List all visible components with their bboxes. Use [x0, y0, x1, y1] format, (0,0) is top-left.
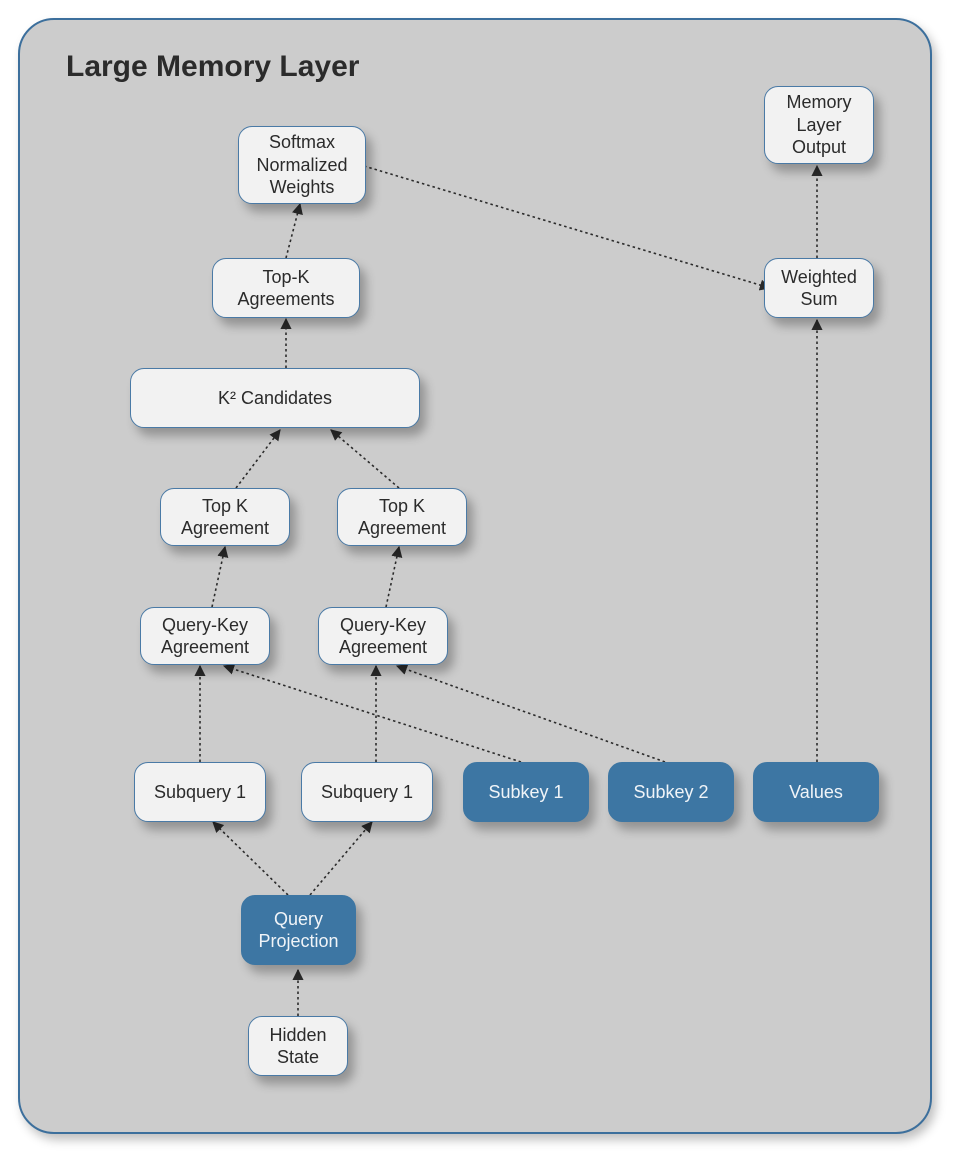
node-subquery-1b: Subquery 1: [301, 762, 433, 822]
node-subkey-2: Subkey 2: [608, 762, 734, 822]
node-qk-agreement-left: Query-KeyAgreement: [140, 607, 270, 665]
node-softmax-weights: SoftmaxNormalizedWeights: [238, 126, 366, 204]
node-hidden-state: HiddenState: [248, 1016, 348, 1076]
node-k2-candidates: K² Candidates: [130, 368, 420, 428]
node-topk-agreement-left: Top KAgreement: [160, 488, 290, 546]
node-memory-output: MemoryLayerOutput: [764, 86, 874, 164]
node-qk-agreement-right: Query-KeyAgreement: [318, 607, 448, 665]
node-values: Values: [753, 762, 879, 822]
panel-large-memory-layer: Large Memory Layer: [18, 18, 932, 1134]
node-weighted-sum: WeightedSum: [764, 258, 874, 318]
node-topk-agreement-right: Top KAgreement: [337, 488, 467, 546]
node-subquery-1a: Subquery 1: [134, 762, 266, 822]
node-query-projection: QueryProjection: [241, 895, 356, 965]
panel-title: Large Memory Layer: [66, 50, 359, 84]
node-topk-agreements: Top-KAgreements: [212, 258, 360, 318]
diagram-canvas: Large Memory Layer: [0, 0, 960, 1152]
node-subkey-1: Subkey 1: [463, 762, 589, 822]
